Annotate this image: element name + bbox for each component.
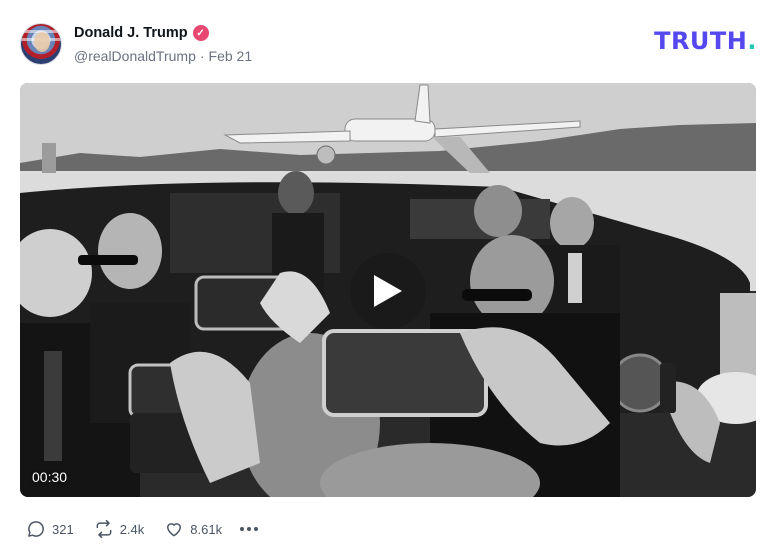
video-player[interactable]: 00:30 — [20, 83, 756, 497]
post-actions: 321 2.4k 8.61k — [26, 518, 259, 540]
like-count: 8.61k — [190, 521, 223, 537]
check-badge-icon: ✓ — [192, 25, 209, 41]
reply-bubble-icon — [28, 521, 44, 537]
reply-button[interactable]: 321 — [26, 519, 74, 539]
post-date[interactable]: Feb 21 — [209, 48, 253, 64]
post-header: Donald J. Trump ✓ @realDonaldTrump · Feb… — [20, 20, 757, 66]
like-button[interactable]: 8.61k — [164, 519, 222, 539]
meta-separator: · — [199, 48, 205, 64]
more-dots-icon[interactable] — [240, 527, 259, 531]
author-handle[interactable]: @realDonaldTrump — [74, 48, 196, 64]
avatar[interactable] — [20, 23, 62, 65]
play-icon — [374, 275, 402, 307]
user-info: Donald J. Trump ✓ @realDonaldTrump · Feb… — [74, 23, 252, 64]
video-duration: 00:30 — [32, 469, 68, 485]
logo-dot: . — [747, 27, 757, 55]
reply-count: 321 — [52, 521, 74, 537]
heart-icon — [167, 523, 182, 537]
play-button[interactable] — [350, 253, 426, 329]
logo-text: TRUTH — [654, 27, 748, 55]
truth-logo[interactable]: TRUTH. — [654, 29, 757, 53]
retruth-arrows-icon — [96, 519, 112, 539]
retruth-count: 2.4k — [119, 521, 145, 537]
author-name[interactable]: Donald J. Trump — [74, 25, 188, 41]
retruth-button[interactable]: 2.4k — [94, 519, 145, 539]
